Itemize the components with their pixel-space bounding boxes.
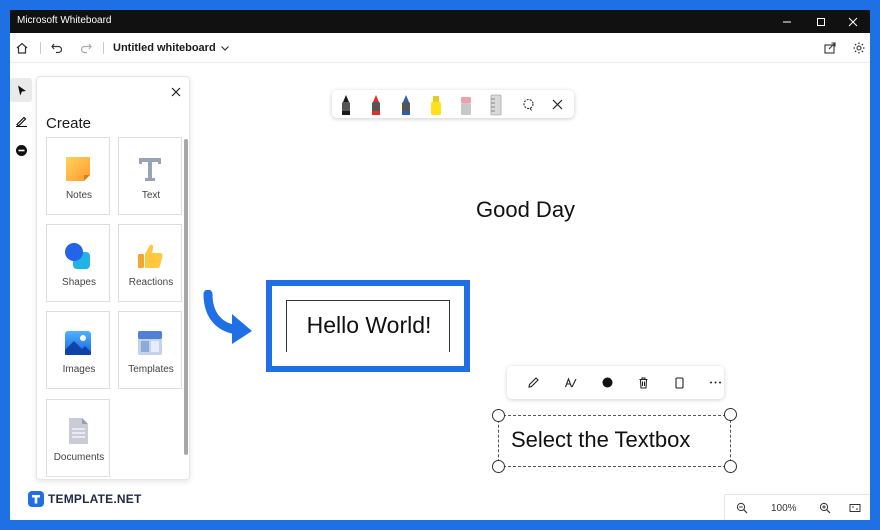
undo-icon <box>51 43 63 54</box>
zoom-out-icon[interactable] <box>736 502 748 514</box>
lasso-icon[interactable] <box>522 98 535 111</box>
resize-handle[interactable] <box>492 460 505 473</box>
share-icon <box>824 42 836 54</box>
create-tile-notes[interactable]: Notes <box>46 137 110 215</box>
eraser-icon <box>461 97 471 115</box>
document-icon <box>69 418 88 444</box>
image-icon <box>65 331 91 355</box>
chevron-down-icon[interactable] <box>219 42 231 54</box>
template-net-logo: TEMPLATE.NET <box>28 489 142 509</box>
remove-tool-button[interactable] <box>10 138 32 162</box>
create-heading: Create <box>46 115 92 132</box>
zoom-level[interactable]: 100% <box>771 503 797 514</box>
maximize-button[interactable] <box>804 10 838 33</box>
create-tile-images[interactable]: Images <box>46 311 110 389</box>
inking-toolbar <box>332 90 574 118</box>
create-tile-reactions[interactable]: Reactions <box>118 224 182 302</box>
gear-icon <box>853 42 865 54</box>
menu-separator <box>40 42 41 54</box>
create-tile-documents[interactable]: Documents <box>46 399 110 477</box>
canvas-text-greeting[interactable]: Good Day <box>476 197 575 223</box>
tile-label: Shapes <box>62 277 96 288</box>
copy-icon[interactable] <box>673 376 686 389</box>
menu-separator <box>103 42 104 54</box>
text-icon <box>139 158 161 181</box>
redo-icon <box>80 43 92 54</box>
resize-handle[interactable] <box>492 409 505 422</box>
red-pen-button[interactable] <box>368 94 384 116</box>
tool-rail <box>10 78 34 168</box>
shapes-icon <box>65 243 90 269</box>
home-button[interactable] <box>14 40 30 56</box>
curved-arrow-icon <box>203 290 252 344</box>
create-tile-text[interactable]: Text <box>118 137 182 215</box>
minus-circle-icon <box>15 144 27 156</box>
selected-text: Select the Textbox <box>511 427 691 452</box>
zoom-controls: 100% <box>724 494 870 520</box>
blue-pen-button[interactable] <box>398 94 414 116</box>
highlight-frame: Hello World! <box>266 280 470 372</box>
title-bar: Microsoft Whiteboard <box>10 10 870 33</box>
text-format-icon[interactable] <box>564 376 577 389</box>
more-options-icon[interactable] <box>709 376 722 389</box>
ink-tool-button[interactable] <box>10 108 32 132</box>
highlighter-button[interactable] <box>428 94 444 116</box>
fit-screen-icon[interactable] <box>849 502 861 514</box>
tile-label: Text <box>141 190 161 201</box>
tile-label: Documents <box>53 452 105 463</box>
pen-icon <box>402 95 410 115</box>
settings-button[interactable] <box>851 40 867 56</box>
create-tile-shapes[interactable]: Shapes <box>46 224 110 302</box>
pointer-icon <box>17 85 26 95</box>
window-title: Microsoft Whiteboard <box>17 15 112 26</box>
close-icon <box>848 17 858 26</box>
black-pen-button[interactable] <box>338 94 354 116</box>
close-panel-icon[interactable] <box>170 86 182 98</box>
app-window: Microsoft Whiteboard Untitled whiteboard <box>10 10 870 520</box>
home-icon <box>16 42 28 54</box>
close-window-button[interactable] <box>836 10 870 33</box>
hello-textbox[interactable]: Hello World! <box>286 300 450 352</box>
thumbs-up-icon <box>138 244 163 268</box>
ruler-button[interactable] <box>488 94 504 116</box>
hello-text: Hello World! <box>306 312 432 338</box>
selected-textbox[interactable]: Select the Textbox <box>498 415 731 467</box>
pen-icon <box>15 116 27 127</box>
pen-icon <box>342 95 350 115</box>
undo-button[interactable] <box>49 40 65 56</box>
minimize-button[interactable] <box>770 10 804 33</box>
delete-icon[interactable] <box>637 376 650 389</box>
menu-bar: Untitled whiteboard <box>10 33 870 63</box>
resize-handle[interactable] <box>724 460 737 473</box>
create-panel: Create Notes Text Shapes Reactions Image… <box>36 76 190 480</box>
sticky-note-icon <box>66 157 90 181</box>
maximize-icon <box>817 17 825 26</box>
close-icon[interactable] <box>551 98 564 111</box>
minimize-icon <box>783 21 791 22</box>
panel-scrollbar[interactable] <box>184 139 188 455</box>
create-tile-templates[interactable]: Templates <box>118 311 182 389</box>
color-dot-icon[interactable] <box>601 376 614 389</box>
tile-label: Images <box>62 364 96 375</box>
tile-label: Notes <box>65 190 93 201</box>
eraser-button[interactable] <box>458 94 474 116</box>
templates-icon <box>138 331 162 355</box>
select-tool-button[interactable] <box>10 78 32 102</box>
zoom-in-icon[interactable] <box>819 502 831 514</box>
tile-label: Templates <box>128 364 174 375</box>
redo-button[interactable] <box>78 40 94 56</box>
pen-icon <box>372 95 380 115</box>
template-logo-icon <box>28 491 44 507</box>
textbox-context-toolbar <box>507 366 724 399</box>
edit-pencil-icon[interactable] <box>527 376 540 389</box>
tile-label: Reactions <box>128 277 174 288</box>
ruler-icon <box>490 94 502 116</box>
document-title[interactable]: Untitled whiteboard <box>113 42 216 54</box>
resize-handle[interactable] <box>724 408 737 421</box>
share-button[interactable] <box>822 40 838 56</box>
logo-text: TEMPLATE.NET <box>48 492 142 506</box>
highlighter-icon <box>431 96 441 115</box>
